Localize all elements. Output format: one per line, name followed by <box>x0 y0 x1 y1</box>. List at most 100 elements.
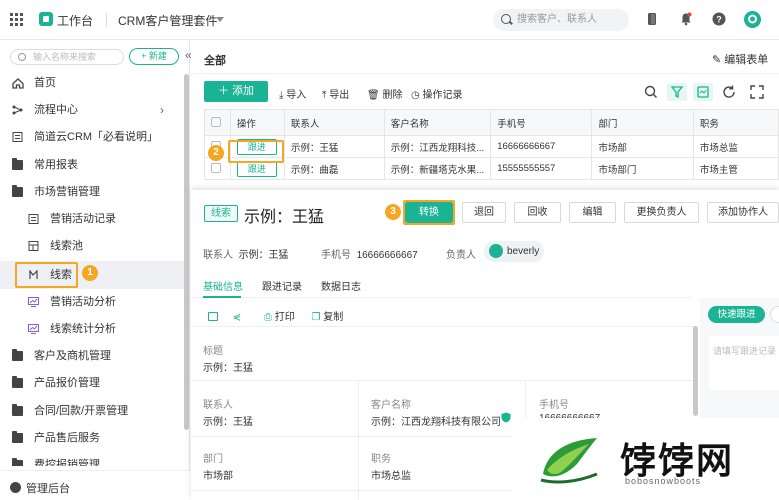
folder-icon <box>12 376 23 388</box>
field-value: 示例：江西龙翔科技有限公司 <box>371 417 501 428</box>
divider <box>191 436 511 437</box>
field-label: 职务 <box>371 454 391 465</box>
folder-icon <box>12 431 23 443</box>
sidebar-item-after-sales[interactable]: 产品售后服务 <box>0 425 185 452</box>
follow-record-input[interactable]: 请填写跟进记录 <box>709 336 779 390</box>
sidebar-item-customers[interactable]: 客户及商机管理 <box>0 343 185 370</box>
workspace-logo-icon <box>39 12 53 26</box>
column-header[interactable]: 职务 <box>692 109 779 136</box>
table-row[interactable]: 跟进 示例：曲磊 示例：新疆塔克水果... 15555555557 市场部门 市… <box>204 157 779 180</box>
help-icon[interactable]: ? <box>712 12 726 26</box>
chart-icon <box>28 297 39 307</box>
sidebar-item-marketing[interactable]: 市场营销管理 <box>0 179 185 206</box>
column-header[interactable]: 部门 <box>591 109 694 136</box>
field-label: 部门 <box>203 454 223 465</box>
tab-data-log[interactable]: 数据日志 <box>321 278 361 293</box>
folder-icon <box>12 349 23 361</box>
sidebar-item-contracts[interactable]: 合同/回款/开票管理 <box>0 398 185 425</box>
detail-scrollbar[interactable] <box>693 326 698 416</box>
step-highlight-leads <box>15 262 78 288</box>
change-owner-button[interactable]: 更换负责人 <box>624 202 699 223</box>
column-header[interactable]: 手机号 <box>490 109 593 136</box>
dept-cell: 市场部 <box>591 135 694 158</box>
add-collaborator-button[interactable]: 添加协作人 <box>707 202 779 223</box>
fullscreen-icon[interactable] <box>749 84 765 100</box>
owner-avatar <box>489 244 503 258</box>
sidebar-scrollbar[interactable] <box>184 74 189 430</box>
sidebar-item-guide[interactable]: 简道云CRM「必看说明」 <box>0 124 185 151</box>
phone-cell: 15555555557 <box>490 157 593 180</box>
view-settings-icon[interactable] <box>693 83 713 101</box>
sidebar-item-home[interactable]: 首页 <box>0 70 185 97</box>
tab-basic-info[interactable]: 基础信息 <box>203 278 243 293</box>
customer-cell: 示例：新疆塔克水果... <box>383 157 492 180</box>
import-button[interactable]: ⤓ 导入 <box>279 86 306 101</box>
table-row[interactable]: 跟进 示例：王猛 示例：江西龙翔科技... 16666666667 市场部 市场… <box>204 135 779 158</box>
chevron-down-icon[interactable] <box>216 17 224 22</box>
pencil-icon: ✎ <box>712 54 725 66</box>
tab-follow-records[interactable]: 跟进记录 <box>262 278 302 293</box>
refresh-icon[interactable] <box>721 84 737 100</box>
quick-follow-button[interactable]: 快速跟进 <box>708 306 765 323</box>
share-icon[interactable]: ⋞ <box>233 312 241 323</box>
divider <box>191 490 511 491</box>
step-badge-1: 1 <box>82 265 98 281</box>
admin-link[interactable]: 管理后台 <box>10 480 70 496</box>
copy-button[interactable]: ❐ 复制 <box>312 308 344 323</box>
sidebar-item-reports[interactable]: 常用报表 <box>0 152 185 179</box>
watermark-subtext: bobosnowboots <box>625 476 702 486</box>
sidebar-item-lead-stats[interactable]: 线索统计分析 <box>0 316 185 343</box>
field-value: 市场部 <box>203 471 233 482</box>
select-all-cell[interactable] <box>204 109 231 136</box>
checkbox[interactable] <box>211 117 221 128</box>
phone-cell: 16666666667 <box>490 135 593 158</box>
field-label: 联系人 <box>203 400 233 411</box>
svg-text:?: ? <box>716 15 722 25</box>
new-button[interactable]: + 新建 <box>129 48 179 65</box>
operation-log-button[interactable]: ◷ 操作记录 <box>411 86 463 101</box>
filter-icon[interactable] <box>667 83 687 101</box>
global-search-input[interactable]: 搜索客户、联系人 <box>493 9 629 31</box>
sidebar-item-quotes[interactable]: 产品报价管理 <box>0 370 185 397</box>
search-icon[interactable] <box>643 84 659 100</box>
tablet-icon[interactable] <box>645 12 659 26</box>
watermark-logo <box>540 438 598 484</box>
edit-form-button[interactable]: ✎ 编辑表单 <box>712 51 768 67</box>
return-button[interactable]: 退回 <box>462 202 506 223</box>
search-icon <box>18 53 26 61</box>
record-title: 示例：王猛 <box>244 209 325 226</box>
column-header[interactable]: 客户名称 <box>383 109 492 136</box>
sidebar-item-lead-pool[interactable]: 线索池 <box>0 233 185 260</box>
convert-button[interactable]: 转换 <box>405 202 453 223</box>
delete-button[interactable]: 🗑 删除 <box>367 86 402 101</box>
sidebar-item-campaign-records[interactable]: 营销活动记录 <box>0 206 185 233</box>
field-value: 示例：王猛 <box>203 417 253 428</box>
user-avatar-icon[interactable] <box>744 11 761 28</box>
app-name[interactable]: CRM客户管理套件 <box>118 12 217 29</box>
chart-icon <box>28 324 39 334</box>
field-value: 市场总监 <box>371 471 411 482</box>
checkbox[interactable] <box>211 163 221 174</box>
bell-icon[interactable] <box>679 12 693 26</box>
field-value: 示例：王猛 <box>203 363 253 374</box>
printer-icon: ⎙ <box>263 312 272 323</box>
sidebar-item-expenses[interactable]: 费控报销管理 <box>0 452 185 466</box>
add-button[interactable]: ＋ 添加 <box>204 81 268 102</box>
sidebar-item-workflow[interactable]: 流程中心 › <box>0 97 185 124</box>
column-header[interactable]: 操作 <box>229 109 285 136</box>
data-table: 操作 联系人 客户名称 手机号 部门 职务 跟进 示例：王猛 示例：江西龙翔科技… <box>204 109 779 180</box>
app-grid-icon[interactable] <box>10 13 23 26</box>
recycle-button[interactable]: 回收 <box>514 202 561 223</box>
column-header[interactable]: 联系人 <box>283 109 385 136</box>
field-label: 客户名称 <box>371 400 411 411</box>
title-cell: 市场主管 <box>692 157 779 180</box>
table-header-row: 操作 联系人 客户名称 手机号 部门 职务 <box>204 109 779 136</box>
edit-button[interactable]: 编辑 <box>569 202 616 223</box>
workspace-link[interactable]: 工作台 <box>57 12 93 29</box>
print-button[interactable]: ⎙ 打印 <box>264 308 295 323</box>
image-icon[interactable] <box>208 312 218 321</box>
export-button[interactable]: ⤒ 导出 <box>322 86 349 101</box>
sidebar-search-input[interactable]: 输入名称来搜索 <box>10 49 124 65</box>
sidebar-item-campaign-analysis[interactable]: 营销活动分析 <box>0 289 185 316</box>
workflow-icon <box>12 105 23 115</box>
